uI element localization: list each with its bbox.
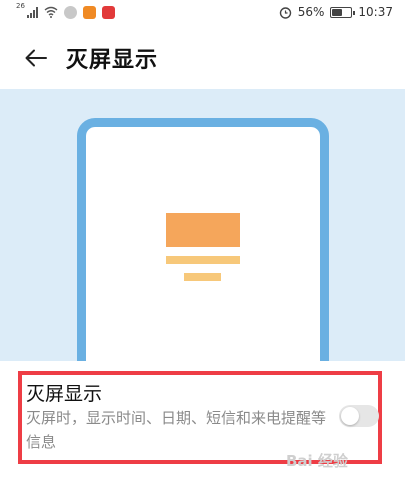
alarm-icon [279, 6, 291, 19]
wifi-icon [44, 6, 58, 18]
battery-percent: 56% [297, 5, 325, 19]
back-button[interactable] [14, 36, 58, 80]
video-app-icon [83, 5, 96, 19]
battery-icon [330, 6, 356, 18]
preview-date-line [166, 256, 240, 264]
aod-toggle-switch[interactable] [339, 405, 379, 427]
status-right: 56% 10:37 [279, 5, 393, 19]
battery-fill [332, 8, 343, 16]
baidu-watermark: Bai 经验 [286, 452, 348, 470]
network-tag: 26 [16, 2, 25, 10]
notification-icon [64, 5, 77, 19]
weibo-icon [102, 5, 115, 19]
arrow-left-icon [25, 49, 47, 67]
page-title: 灭屏显示 [66, 48, 159, 73]
status-bar: 26 56% 10:37 [0, 0, 405, 24]
signal-icon: 26 [16, 2, 38, 19]
preview-info-line [184, 273, 221, 281]
setting-title: 灭屏显示 [26, 383, 103, 405]
status-left: 26 [16, 2, 115, 19]
toggle-knob [341, 407, 359, 425]
status-time: 10:37 [358, 5, 393, 19]
setting-description: 灭屏时，显示时间、日期、短信和来电提醒等信息 [26, 409, 327, 451]
title-bar: 灭屏显示 [0, 36, 405, 80]
preview-clock-block [166, 213, 240, 247]
aod-setting-row[interactable]: 灭屏显示 灭屏时，显示时间、日期、短信和来电提醒等信息 [0, 361, 405, 496]
